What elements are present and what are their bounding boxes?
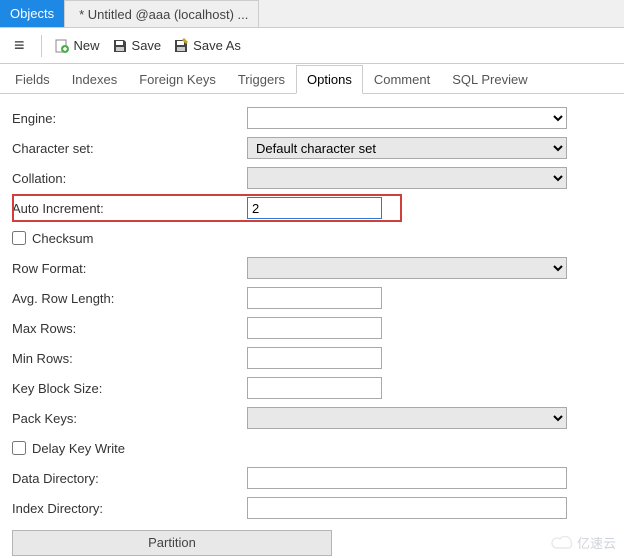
delaykey-label: Delay Key Write xyxy=(32,441,125,456)
checksum-checkbox[interactable]: Checksum xyxy=(12,231,93,246)
avgrowlen-input[interactable] xyxy=(247,287,382,309)
tab-objects-label: Objects xyxy=(10,6,54,21)
options-form: Engine: Character set: Default character… xyxy=(0,94,624,556)
tab-foreign-keys[interactable]: Foreign Keys xyxy=(128,65,227,94)
delaykey-input[interactable] xyxy=(12,441,26,455)
collation-select[interactable] xyxy=(247,167,567,189)
tab-untitled[interactable]: * Untitled @aaa (localhost) ... xyxy=(65,0,259,27)
save-label: Save xyxy=(132,38,162,53)
separator xyxy=(41,35,42,57)
engine-select[interactable] xyxy=(247,107,567,129)
indexdir-input[interactable] xyxy=(247,497,567,519)
save-icon xyxy=(112,38,128,54)
checksum-label: Checksum xyxy=(32,231,93,246)
partition-label: Partition xyxy=(148,535,196,550)
keyblock-input[interactable] xyxy=(247,377,382,399)
partition-button[interactable]: Partition xyxy=(12,530,332,556)
rowformat-select[interactable] xyxy=(247,257,567,279)
tab-untitled-label: * Untitled @aaa (localhost) ... xyxy=(79,7,248,22)
datadir-label: Data Directory: xyxy=(12,471,247,486)
autoinc-input[interactable] xyxy=(247,197,382,219)
new-icon xyxy=(54,38,70,54)
tab-objects[interactable]: Objects xyxy=(0,0,65,27)
new-label: New xyxy=(74,38,100,53)
minrows-label: Min Rows: xyxy=(12,351,247,366)
maxrows-input[interactable] xyxy=(247,317,382,339)
checksum-input[interactable] xyxy=(12,231,26,245)
datadir-input[interactable] xyxy=(247,467,567,489)
saveas-button[interactable]: Save As xyxy=(173,38,241,54)
engine-label: Engine: xyxy=(12,111,247,126)
packkeys-label: Pack Keys: xyxy=(12,411,247,426)
toolbar: ≡ New Save Save As xyxy=(0,28,624,64)
keyblock-label: Key Block Size: xyxy=(12,381,247,396)
tab-comment[interactable]: Comment xyxy=(363,65,441,94)
saveas-icon xyxy=(173,38,189,54)
tab-sql-preview[interactable]: SQL Preview xyxy=(441,65,538,94)
editor-tabs: Fields Indexes Foreign Keys Triggers Opt… xyxy=(0,64,624,94)
avgrowlen-label: Avg. Row Length: xyxy=(12,291,247,306)
delaykey-checkbox[interactable]: Delay Key Write xyxy=(12,441,125,456)
collation-label: Collation: xyxy=(12,171,247,186)
tab-options[interactable]: Options xyxy=(296,65,363,94)
maxrows-label: Max Rows: xyxy=(12,321,247,336)
saveas-label: Save As xyxy=(193,38,241,53)
minrows-input[interactable] xyxy=(247,347,382,369)
indexdir-label: Index Directory: xyxy=(12,501,247,516)
new-button[interactable]: New xyxy=(54,38,100,54)
tab-fields[interactable]: Fields xyxy=(4,65,61,94)
tab-indexes[interactable]: Indexes xyxy=(61,65,129,94)
save-button[interactable]: Save xyxy=(112,38,162,54)
packkeys-select[interactable] xyxy=(247,407,567,429)
window-tabs: Objects * Untitled @aaa (localhost) ... xyxy=(0,0,624,28)
charset-select[interactable]: Default character set xyxy=(247,137,567,159)
menu-icon[interactable]: ≡ xyxy=(10,35,29,56)
rowformat-label: Row Format: xyxy=(12,261,247,276)
charset-label: Character set: xyxy=(12,141,247,156)
tab-triggers[interactable]: Triggers xyxy=(227,65,296,94)
autoinc-label: Auto Increment: xyxy=(12,201,247,216)
